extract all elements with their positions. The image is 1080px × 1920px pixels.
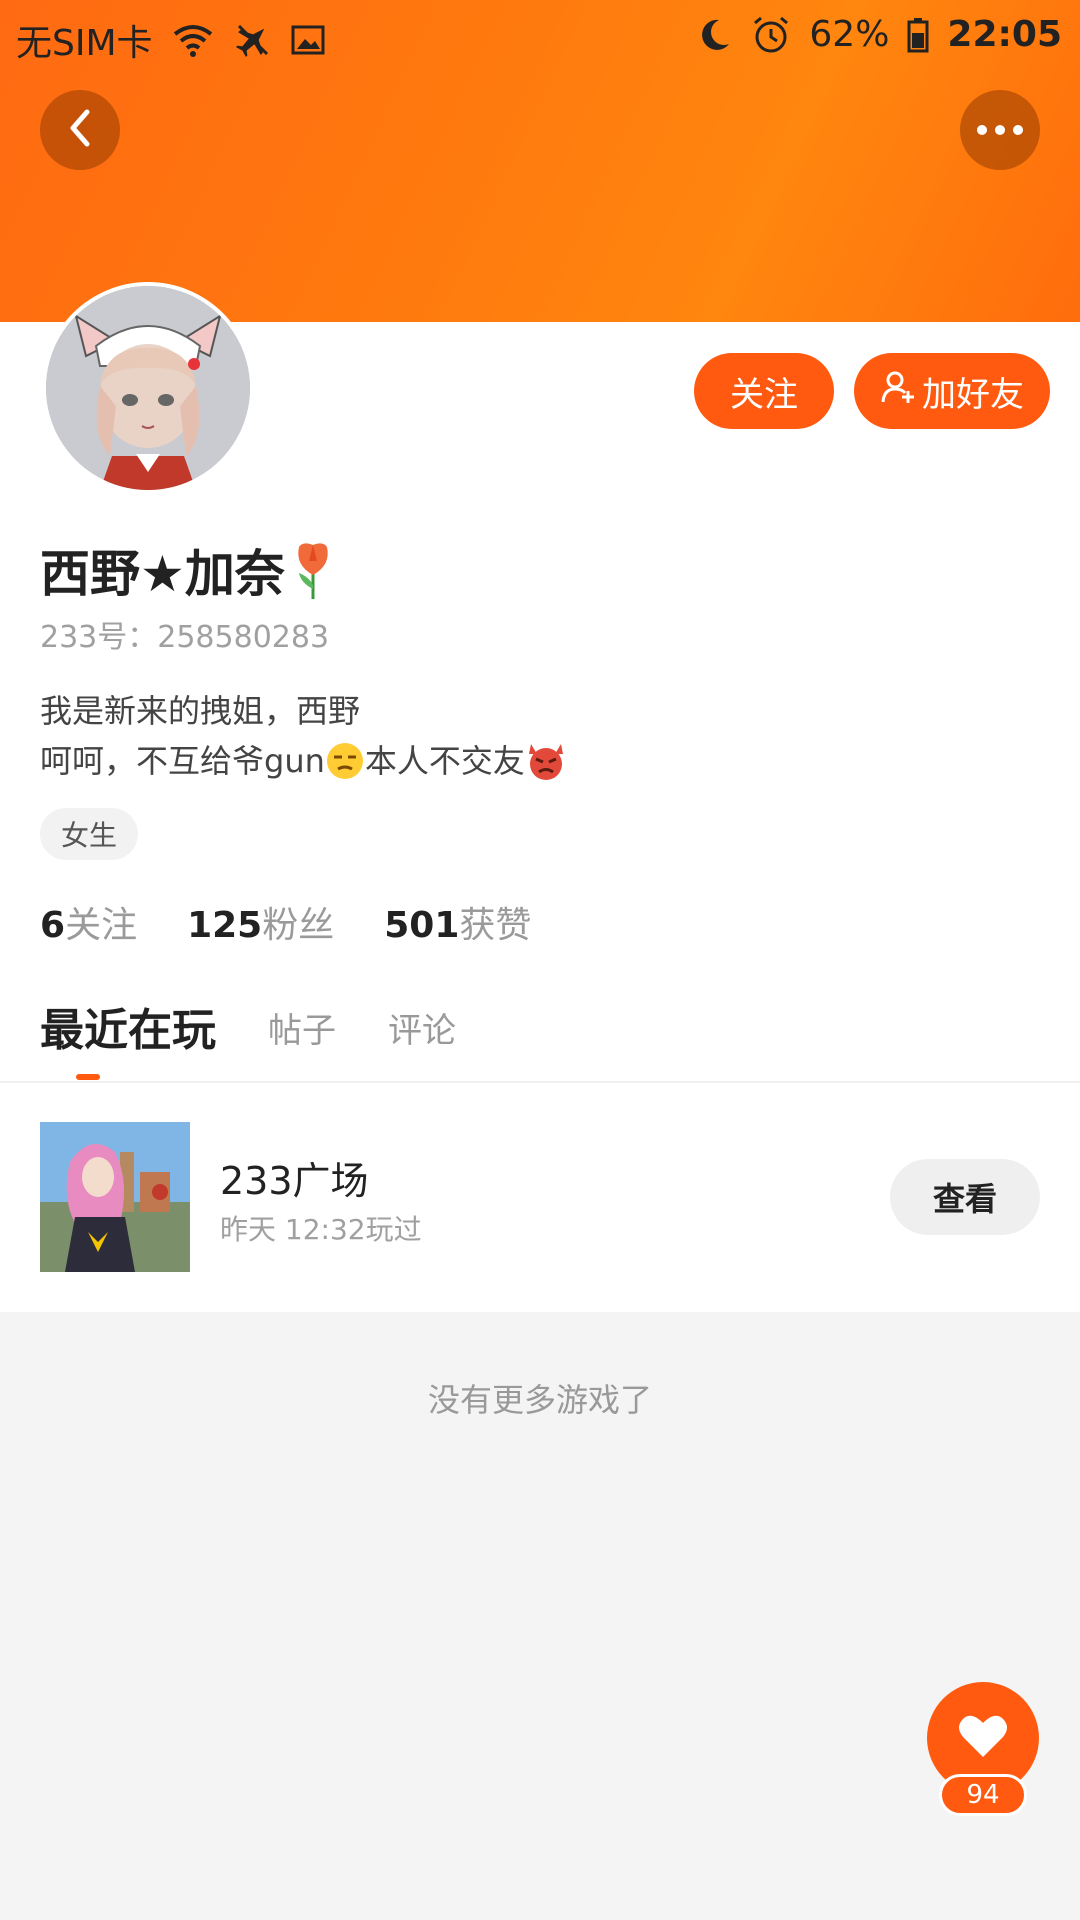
chevron-left-icon xyxy=(65,108,95,152)
battery-icon xyxy=(907,17,929,53)
more-button[interactable] xyxy=(960,90,1040,170)
tab-posts[interactable]: 帖子 xyxy=(268,1003,336,1058)
no-more-games-text: 没有更多游戏了 xyxy=(427,1381,652,1419)
moon-icon xyxy=(695,16,733,54)
tab-comments[interactable]: 评论 xyxy=(388,1003,456,1058)
view-game-button[interactable]: 查看 xyxy=(890,1159,1040,1235)
more-dots-icon xyxy=(975,121,1025,140)
profile-name: 西野★加奈 xyxy=(40,545,285,603)
battery-percent: 62% xyxy=(809,14,890,55)
clock-time: 22:05 xyxy=(947,14,1062,55)
stat-label: 关注 xyxy=(65,905,138,946)
stat-number: 501 xyxy=(384,905,460,946)
bio-text-a: 呵呵，不互给爷gun xyxy=(40,742,325,780)
airplane-mode-icon xyxy=(233,20,273,60)
stat-label: 粉丝 xyxy=(262,905,335,946)
unamused-face-emoji xyxy=(325,741,365,781)
profile-name-row: 西野★加奈 xyxy=(40,534,335,606)
follow-button[interactable]: 关注 xyxy=(694,353,834,429)
wifi-icon xyxy=(171,22,215,58)
image-icon xyxy=(291,25,325,55)
add-user-icon xyxy=(880,369,916,414)
profile-tabs: 最近在玩 帖子 评论 xyxy=(40,994,456,1058)
add-friend-label: 加好友 xyxy=(922,374,1024,415)
gender-tag: 女生 xyxy=(40,808,138,860)
game-title[interactable]: 233广场 xyxy=(220,1150,369,1205)
heart-icon xyxy=(957,1713,1009,1763)
bio-line-2: 呵呵，不互给爷gun 本人不交友 xyxy=(40,736,567,786)
back-button[interactable] xyxy=(40,90,120,170)
stat-label: 获赞 xyxy=(459,905,532,946)
tab-recent-games[interactable]: 最近在玩 xyxy=(40,994,216,1058)
bio: 我是新来的拽姐，西野 呵呵，不互给爷gun 本人不交友 xyxy=(40,686,567,786)
stat-fans[interactable]: 125粉丝 xyxy=(187,896,334,948)
stat-number: 6 xyxy=(40,905,66,946)
alarm-icon xyxy=(751,15,791,55)
bio-line-1: 我是新来的拽姐，西野 xyxy=(40,692,361,730)
game-played-time: 昨天 12:32玩过 xyxy=(220,1213,422,1246)
like-count-badge: 94 xyxy=(939,1774,1027,1816)
stat-following[interactable]: 6关注 xyxy=(40,896,137,948)
status-bar: 无SIM卡 62% 22:05 xyxy=(0,0,1080,72)
stat-likes[interactable]: 501获赞 xyxy=(384,896,531,948)
bio-text-b: 本人不交友 xyxy=(364,742,525,780)
tulip-emoji xyxy=(291,539,335,601)
avatar[interactable] xyxy=(42,282,254,494)
carrier-text: 无SIM卡 xyxy=(16,23,153,64)
divider xyxy=(0,1081,1080,1083)
account-id: 233号：258580283 xyxy=(40,620,330,655)
angry-devil-emoji xyxy=(525,740,567,782)
add-friend-button[interactable]: 加好友 xyxy=(854,353,1050,429)
stat-number: 125 xyxy=(187,905,263,946)
stats-row: 6关注 125粉丝 501获赞 xyxy=(40,896,531,948)
game-thumbnail[interactable] xyxy=(40,1122,190,1272)
active-tab-indicator xyxy=(76,1074,100,1080)
